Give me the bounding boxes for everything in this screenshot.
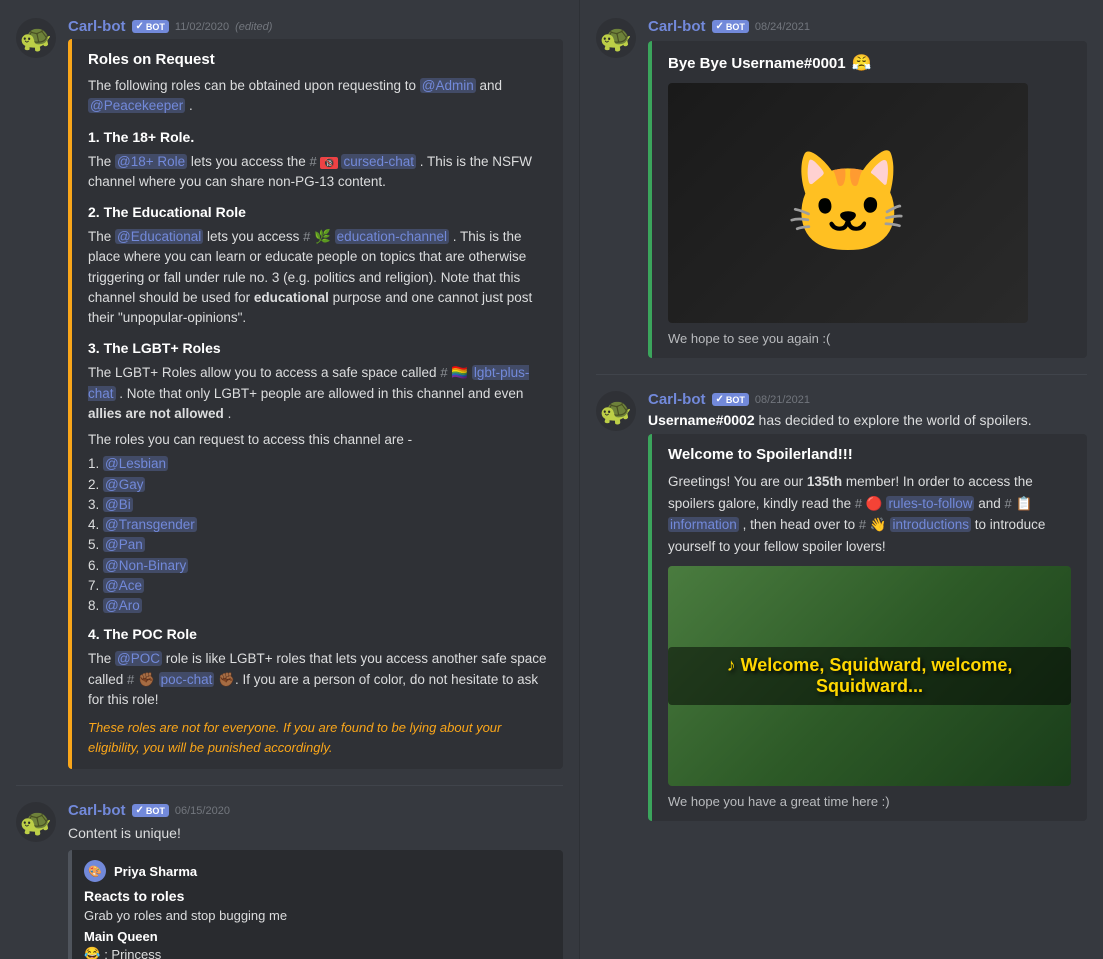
spoiler-intro-text: has decided to explore the world of spoi…	[759, 412, 1032, 428]
mention-educational[interactable]: @Educational	[115, 229, 203, 244]
mention-peacekeeper[interactable]: @Peacekeeper	[88, 98, 185, 113]
message-body-1: Carl-bot ✓ BOT 11/02/2020 (edited) Roles…	[68, 18, 563, 769]
message-content-unique: 🐢 Carl-bot ✓ BOT 06/15/2020 Content is u…	[0, 794, 579, 959]
bot-name-r1: Carl-bot	[648, 18, 706, 35]
priya-name: Priya Sharma	[114, 864, 197, 879]
message-header-r2: Carl-bot ✓ BOT 08/21/2021	[648, 391, 1087, 408]
timestamp-2: 06/15/2020	[175, 805, 230, 817]
cat-image: 🐱	[668, 83, 1028, 323]
divider-r1	[596, 374, 1087, 375]
warning-text: These roles are not for everyone. If you…	[88, 718, 547, 757]
role-item-pan: 5. @Pan	[88, 535, 547, 555]
spoilerland-footer: We hope you have a great time here :)	[668, 794, 1071, 809]
spoilerland-title: Welcome to Spoilerland!!!	[668, 446, 1071, 463]
bot-badge-1: ✓ BOT	[132, 20, 169, 33]
content-unique-text: Content is unique!	[68, 823, 563, 844]
bot-name-r2: Carl-bot	[648, 391, 706, 408]
role-item-lesbian: 1. @Lesbian	[88, 454, 547, 474]
mention-18-role[interactable]: @18+ Role	[115, 154, 187, 169]
message-header-r1: Carl-bot ✓ BOT 08/24/2021	[648, 18, 1087, 35]
role-item-ace: 7. @Ace	[88, 576, 547, 596]
left-panel: 🐢 Carl-bot ✓ BOT 11/02/2020 (edited) Rol…	[0, 0, 580, 959]
hash-icon-r2: #	[1005, 496, 1012, 511]
hash-icon-3: #	[440, 365, 447, 380]
carlbot-avatar-r1: 🐢	[596, 18, 636, 58]
message-header-2: Carl-bot ✓ BOT 06/15/2020	[68, 802, 563, 819]
message-body-r1: Carl-bot ✓ BOT 08/24/2021 Bye Bye Userna…	[648, 18, 1087, 358]
sponge-image: ♪ Welcome, Squidward, welcome, Squidward…	[668, 566, 1071, 786]
quote-card: 🎨 Priya Sharma Reacts to roles Grab yo r…	[68, 850, 563, 959]
timestamp-1: 11/02/2020	[175, 21, 229, 33]
carlbot-avatar-r2: 🐢	[596, 391, 636, 431]
mention-poc[interactable]: @POC	[115, 651, 162, 666]
hash-icon-1: #	[309, 154, 316, 169]
laugh-emoji: 😂	[84, 946, 100, 959]
spoilerland-embed: Welcome to Spoilerland!!! Greetings! You…	[648, 434, 1087, 821]
section-header-poc: 4. The POC Role	[88, 624, 547, 645]
main-queen-item: 😂 : Princess	[84, 946, 551, 959]
bye-footer: We hope to see you again :(	[668, 331, 1071, 346]
section-header-edu: 2. The Educational Role	[88, 202, 547, 223]
embed-title-roles: Roles on Request	[88, 51, 547, 68]
role-item-transgender: 4. @Transgender	[88, 515, 547, 535]
carlbot-avatar-1: 🐢	[16, 18, 56, 58]
embed-desc: The following roles can be obtained upon…	[88, 76, 547, 757]
carlbot-avatar-2: 🐢	[16, 802, 56, 842]
quote-header: 🎨 Priya Sharma	[84, 860, 551, 882]
priya-avatar: 🎨	[84, 860, 106, 882]
message-body-2: Carl-bot ✓ BOT 06/15/2020 Content is uni…	[68, 802, 563, 959]
bold-educational: educational	[254, 290, 329, 305]
embed-roles: Roles on Request The following roles can…	[68, 39, 563, 769]
edited-label-1: (edited)	[235, 21, 272, 33]
quote-desc: Grab yo roles and stop bugging me	[84, 908, 551, 923]
quote-title: Reacts to roles	[84, 888, 551, 904]
bot-badge-r1: ✓ BOT	[712, 20, 749, 33]
channel-introductions[interactable]: introductions	[890, 517, 971, 532]
cat-emoji: 🐱	[786, 145, 911, 262]
section-header-18: 1. The 18+ Role.	[88, 127, 547, 148]
bye-bye-username: Bye Bye Username#0001	[668, 55, 846, 72]
message-header-1: Carl-bot ✓ BOT 11/02/2020 (edited)	[68, 18, 563, 35]
role-item-aro: 8. @Aro	[88, 596, 547, 616]
bot-badge-r2: ✓ BOT	[712, 393, 749, 406]
princess-text: : Princess	[104, 947, 161, 959]
mention-admin[interactable]: @Admin	[420, 78, 476, 93]
role-item-gay: 2. @Gay	[88, 475, 547, 495]
channel-rules[interactable]: rules-to-follow	[886, 496, 974, 511]
hash-icon-r1: #	[855, 496, 862, 511]
nsfw-badge: 🔞	[320, 157, 337, 169]
hash-icon-4: #	[127, 672, 134, 687]
channel-poc[interactable]: poc-chat	[159, 672, 215, 687]
spoilerland-desc: Greetings! You are our 135th member! In …	[668, 471, 1071, 558]
timestamp-r2: 08/21/2021	[755, 394, 810, 406]
channel-cursed-chat[interactable]: cursed-chat	[341, 154, 416, 169]
channel-education[interactable]: education-channel	[335, 229, 449, 244]
intro-text: The following roles can be obtained upon…	[88, 78, 420, 93]
divider-1	[16, 785, 563, 786]
bold-allies: allies are not allowed	[88, 406, 224, 421]
main-queen-title: Main Queen	[84, 929, 551, 944]
bye-emoji: 😤	[852, 53, 872, 73]
member-count: 135th	[807, 474, 842, 489]
bot-badge-2: ✓ BOT	[132, 804, 169, 817]
message-spoilerland: 🐢 Carl-bot ✓ BOT 08/21/2021 Username#000…	[580, 383, 1103, 829]
section-header-lgbt: 3. The LGBT+ Roles	[88, 338, 547, 359]
hash-icon-r3: #	[859, 517, 866, 532]
spoiler-username: Username#0002	[648, 412, 755, 428]
role-item-nonbinary: 6. @Non-Binary	[88, 556, 547, 576]
timestamp-r1: 08/24/2021	[755, 21, 810, 33]
bye-bye-embed: Bye Bye Username#0001 😤 🐱 We hope to see…	[648, 41, 1087, 358]
message-bye-bye: 🐢 Carl-bot ✓ BOT 08/24/2021 Bye Bye User…	[580, 10, 1103, 366]
message-body-r2: Carl-bot ✓ BOT 08/21/2021 Username#0002 …	[648, 391, 1087, 821]
hash-icon-2: #	[303, 229, 310, 244]
channel-information[interactable]: information	[668, 517, 739, 532]
message-roles-on-request: 🐢 Carl-bot ✓ BOT 11/02/2020 (edited) Rol…	[0, 10, 579, 777]
role-item-bi: 3. @Bi	[88, 495, 547, 515]
bot-name-1: Carl-bot	[68, 18, 126, 35]
bot-name-2: Carl-bot	[68, 802, 126, 819]
sponge-text: ♪ Welcome, Squidward, welcome, Squidward…	[727, 655, 1013, 696]
right-panel: 🐢 Carl-bot ✓ BOT 08/24/2021 Bye Bye User…	[580, 0, 1103, 959]
